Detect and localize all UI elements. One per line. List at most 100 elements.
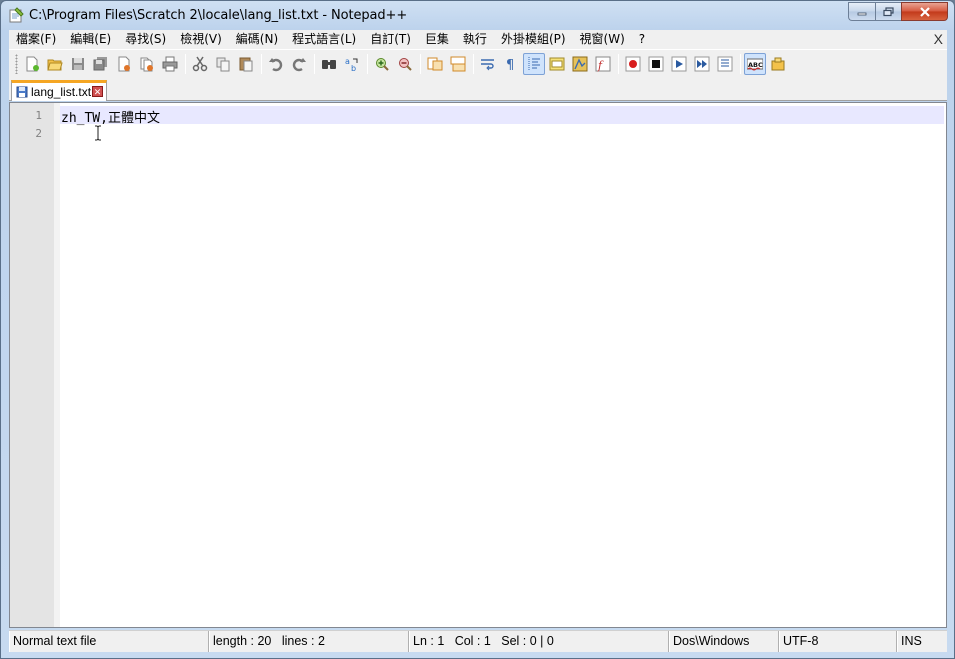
status-bar: Normal text file length : 20 lines : 2 L… [9,630,947,652]
replace-icon: ab [345,57,358,72]
fold-margin[interactable] [54,103,60,627]
menu-bar: 檔案(F) 編輯(E) 尋找(S) 檢視(V) 編碼(N) 程式語言(L) 自訂… [9,30,947,49]
close-file-icon [118,56,130,71]
cut-button[interactable] [189,53,211,75]
find-button[interactable] [318,53,340,75]
zoom-in-icon [376,57,389,71]
sync-vertical-icon [427,57,443,70]
paste-button[interactable] [235,53,257,75]
status-lines: lines : 2 [281,634,325,648]
stop-macro-button[interactable] [645,53,667,75]
toolbar-separator [314,53,315,74]
toolbar-separator [367,53,368,74]
status-length: length : 20 [213,634,272,648]
pilcrow-icon: ¶ [506,58,514,72]
menu-settings[interactable]: 自訂(T) [363,30,418,49]
save-macro-button[interactable] [714,53,736,75]
sync-horizontal-icon [450,56,466,71]
toolbar-separator [473,53,474,74]
user-lang-icon [549,57,565,70]
toolbar-grip[interactable] [15,53,18,74]
find-icon [322,59,336,69]
tab-close-button[interactable]: ✕ [92,86,103,97]
notepadpp-window: C:\Program Files\Scratch 2\locale\lang_l… [0,0,955,659]
status-encoding[interactable]: UTF-8 [779,631,897,652]
record-macro-button[interactable] [622,53,644,75]
close-icon [919,6,930,17]
redo-button[interactable] [288,53,310,75]
undo-button[interactable] [265,53,287,75]
status-insert-mode[interactable]: INS [897,631,947,652]
copy-icon [216,57,230,71]
menu-help[interactable]: ? [632,30,652,49]
indent-guide-button[interactable] [523,52,545,75]
menu-edit[interactable]: 編輯(E) [63,30,118,49]
close-all-button[interactable] [136,53,158,75]
close-file-button[interactable] [113,53,135,75]
minimize-button[interactable] [848,2,875,21]
zoom-out-button[interactable] [394,53,416,75]
save-icon [72,57,84,70]
menu-language[interactable]: 程式語言(L) [285,30,363,49]
save-button[interactable] [67,53,89,75]
play-icon [671,56,687,71]
maximize-button[interactable] [875,2,901,21]
replace-button[interactable]: ab [341,53,363,75]
status-ln: Ln : 1 [413,634,445,648]
close-all-icon [140,57,153,71]
zoom-in-button[interactable] [371,53,393,75]
save-macro-icon [717,56,733,71]
function-list-button[interactable]: f [592,53,614,75]
minimize-icon [857,12,867,15]
status-sel: Sel : 0 | 0 [501,634,554,648]
code-line[interactable]: zh_TW,正體中文 [61,107,160,126]
menu-plugins[interactable]: 外掛模組(P) [494,30,573,49]
tab-lang-list[interactable]: lang_list.txt ✕ [11,80,107,101]
toolbar: ab ¶ f ABC [9,49,947,77]
copy-button[interactable] [212,53,234,75]
save-all-button[interactable] [90,53,112,75]
title-bar[interactable]: C:\Program Files\Scratch 2\locale\lang_l… [1,1,954,30]
spell-check-button[interactable]: ABC [744,52,766,75]
menu-run[interactable]: 執行 [456,30,494,49]
word-wrap-button[interactable] [477,53,499,75]
toolbar-separator [740,53,741,74]
paste-icon [239,57,253,71]
user-defined-lang-button[interactable] [546,53,568,75]
cut-icon [192,56,208,71]
print-button[interactable] [159,53,181,75]
play-macro-button[interactable] [668,53,690,75]
close-window-button[interactable] [901,2,948,21]
doc-map-button[interactable] [569,53,591,75]
toolbar-separator [261,53,262,74]
record-icon [625,56,641,71]
status-length-lines: length : 20 lines : 2 [209,631,409,652]
open-file-button[interactable] [44,53,66,75]
line-number: 2 [35,127,42,140]
menu-search[interactable]: 尋找(S) [118,30,173,49]
plugin-button[interactable] [767,53,789,75]
tab-bar: lang_list.txt ✕ [9,77,947,101]
run-macro-multiple-button[interactable] [691,53,713,75]
sync-vertical-button[interactable] [424,53,446,75]
text-cursor-icon [95,125,101,141]
menu-encoding[interactable]: 編碼(N) [229,30,285,49]
sync-horizontal-button[interactable] [447,53,469,75]
close-document-button[interactable]: X [934,30,943,49]
menu-macro[interactable]: 巨集 [418,30,456,49]
indent-guide-icon [528,56,540,71]
menu-window[interactable]: 視窗(W) [573,30,632,49]
restore-icon [882,6,894,16]
word-wrap-icon [481,58,494,70]
toolbar-separator [185,53,186,74]
editor[interactable]: 1 2 zh_TW,正體中文 [9,102,947,628]
undo-icon [269,57,283,71]
window-title: C:\Program Files\Scratch 2\locale\lang_l… [29,8,408,23]
new-file-button[interactable] [21,53,43,75]
svg-text:b: b [351,64,356,72]
show-all-chars-button[interactable]: ¶ [500,53,522,75]
notepad-app-icon [9,7,24,23]
status-eol[interactable]: Dos\Windows [669,631,779,652]
menu-view[interactable]: 檢視(V) [173,30,229,49]
menu-file[interactable]: 檔案(F) [9,30,63,49]
